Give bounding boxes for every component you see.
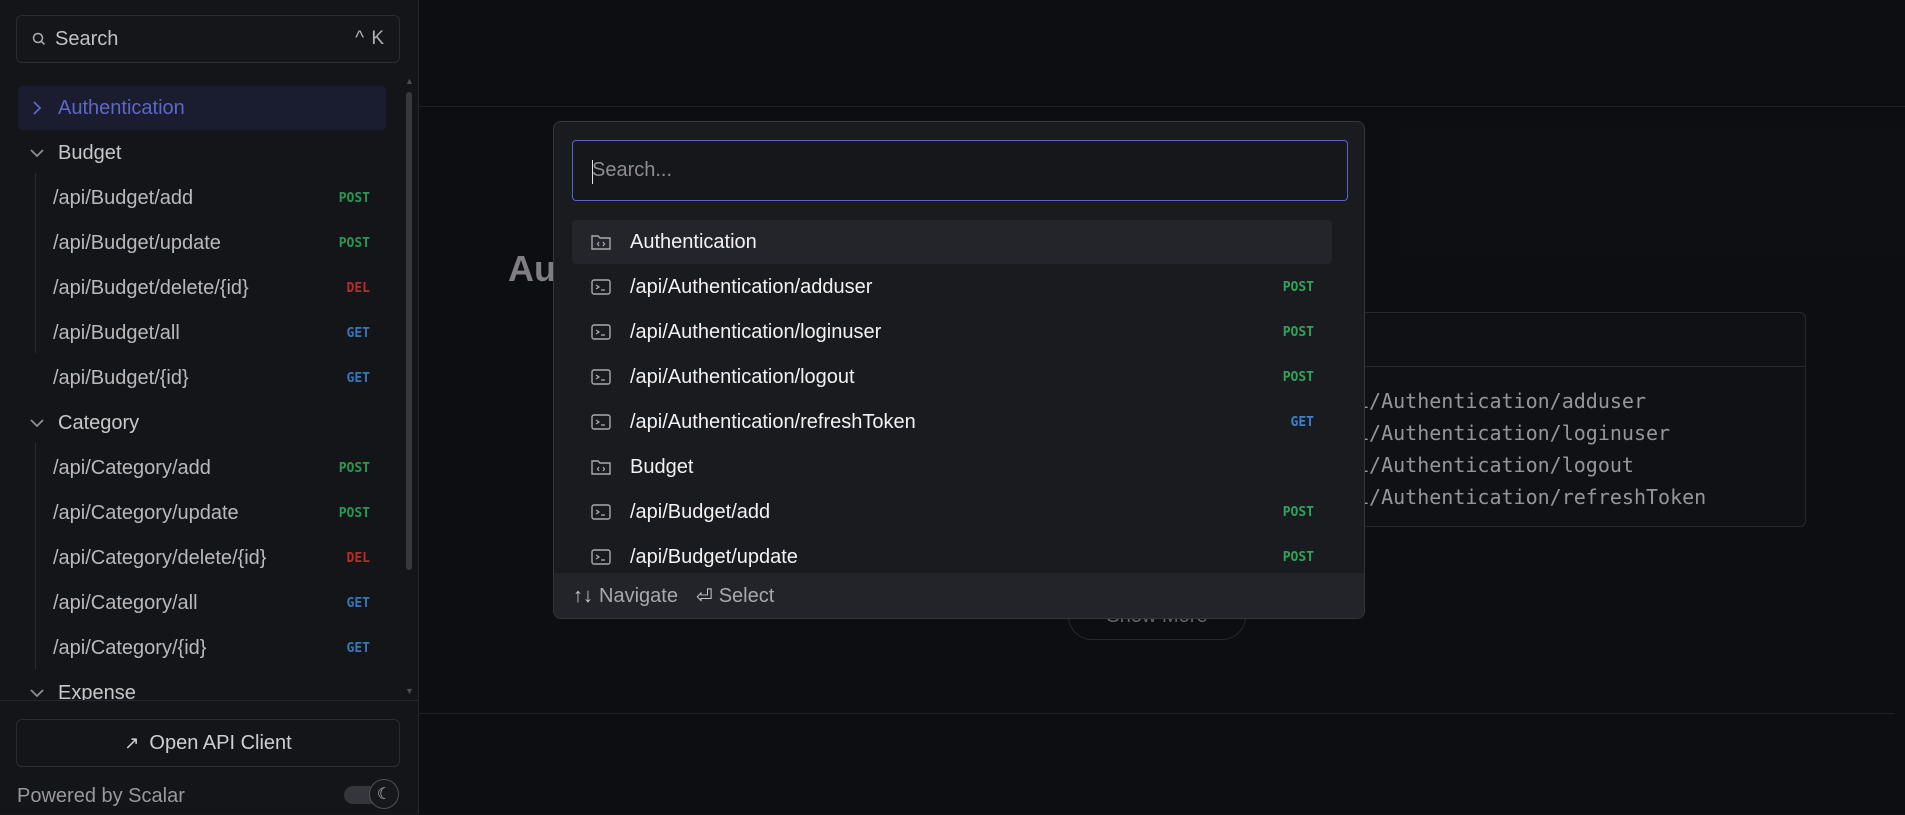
enter-key-icon: ⏎ xyxy=(695,586,713,608)
result-endpoint[interactable]: /api/Authentication/adduser POST xyxy=(572,265,1332,309)
result-label: /api/Authentication/refreshToken xyxy=(630,410,916,433)
navigate-label: Navigate xyxy=(599,585,678,607)
result-endpoint[interactable]: /api/Budget/update POST xyxy=(572,535,1332,570)
method-badge: POST xyxy=(1282,324,1314,340)
navigate-hint: ↑↓ Navigate xyxy=(573,585,678,608)
folder-code-icon xyxy=(591,235,611,250)
result-endpoint[interactable]: /api/Authentication/refreshToken GET xyxy=(572,400,1332,444)
result-label: /api/Authentication/adduser xyxy=(630,275,873,298)
result-label: /api/Authentication/loginuser xyxy=(630,320,882,343)
method-badge: GET xyxy=(1290,414,1314,430)
search-modal-footer: ↑↓ Navigate ⏎ Select xyxy=(554,573,1364,618)
terminal-icon xyxy=(591,324,611,340)
method-badge: POST xyxy=(1282,504,1314,520)
terminal-icon xyxy=(591,504,611,520)
terminal-icon xyxy=(591,369,611,385)
result-endpoint[interactable]: /api/Authentication/logout POST xyxy=(572,355,1332,399)
method-badge: POST xyxy=(1282,549,1314,565)
search-modal: Authentication /api/Authentication/addus… xyxy=(553,121,1365,619)
terminal-icon xyxy=(591,549,611,565)
search-input-wrapper xyxy=(572,140,1348,201)
result-folder-budget[interactable]: Budget xyxy=(572,445,1332,489)
result-label: /api/Budget/update xyxy=(630,545,798,568)
select-hint: ⏎ Select xyxy=(696,584,774,609)
result-label: /api/Budget/add xyxy=(630,500,771,523)
terminal-icon xyxy=(591,279,611,295)
folder-code-icon xyxy=(591,460,611,475)
result-endpoint[interactable]: /api/Authentication/loginuser POST xyxy=(572,310,1332,354)
search-input[interactable] xyxy=(573,158,1347,183)
result-label: Authentication xyxy=(630,230,757,253)
select-label: Select xyxy=(718,585,775,607)
method-badge: POST xyxy=(1282,369,1314,385)
result-endpoint[interactable]: /api/Budget/add POST xyxy=(572,490,1332,534)
terminal-icon xyxy=(591,414,611,430)
text-caret xyxy=(592,160,593,184)
result-label: Budget xyxy=(630,455,694,478)
method-badge: POST xyxy=(1282,279,1314,295)
arrow-keys-icon: ↑↓ xyxy=(573,585,593,607)
result-folder-authentication[interactable]: Authentication xyxy=(572,220,1332,264)
result-label: /api/Authentication/logout xyxy=(630,365,855,388)
search-results: Authentication /api/Authentication/addus… xyxy=(572,218,1348,570)
